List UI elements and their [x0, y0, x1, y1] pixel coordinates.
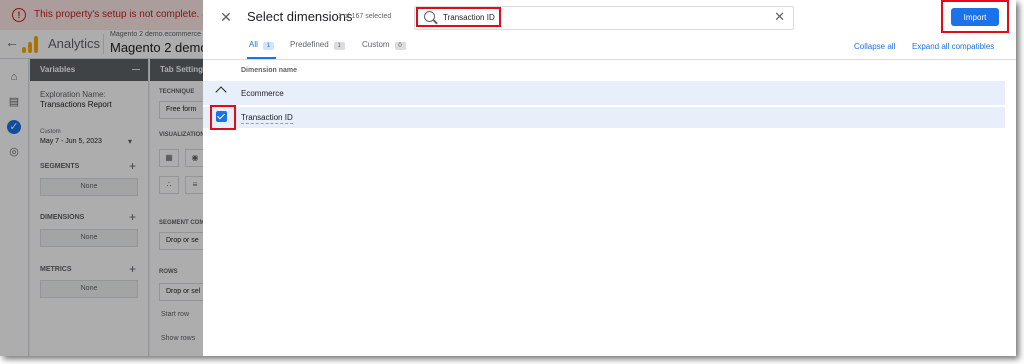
tab-predefined[interactable]: Predefined 1 [290, 40, 345, 60]
screenshot-frame: ! This property's setup is not complete.… [0, 0, 1016, 356]
group-label: Ecommerce [241, 89, 284, 98]
collapse-all-link[interactable]: Collapse all [854, 42, 895, 51]
clear-search-icon[interactable]: ✕ [774, 9, 785, 25]
select-dimensions-dialog: ✕ Select dimensions 1 of 167 selected ✕ … [203, 0, 1016, 356]
dimension-label: Transaction ID [241, 113, 293, 124]
group-row-ecommerce[interactable]: Ecommerce [203, 81, 1005, 105]
tabs-divider [203, 59, 1016, 60]
checkbox-annotation-box [210, 105, 236, 130]
expand-all-compatibles-link[interactable]: Expand all compatibles [912, 42, 994, 51]
tab-all[interactable]: All 1 [247, 40, 276, 60]
dimension-row-transaction-id[interactable]: Transaction ID [203, 107, 1005, 128]
tab-custom-label: Custom [362, 40, 390, 49]
search-annotation-box [416, 7, 501, 27]
tab-custom-count: 0 [394, 42, 406, 50]
tab-custom[interactable]: Custom 0 [362, 40, 406, 60]
dialog-title: Select dimensions [247, 9, 353, 24]
chevron-up-icon[interactable] [215, 86, 227, 98]
tab-predefined-label: Predefined [290, 40, 329, 49]
tab-all-label: All [249, 40, 258, 49]
tab-predefined-count: 1 [333, 42, 345, 50]
selected-count: 1 of 167 selected [338, 13, 392, 20]
import-annotation-box [941, 0, 1009, 33]
tab-all-count: 1 [262, 42, 274, 50]
close-icon[interactable]: ✕ [219, 10, 233, 24]
dimension-name-header: Dimension name [241, 67, 298, 74]
